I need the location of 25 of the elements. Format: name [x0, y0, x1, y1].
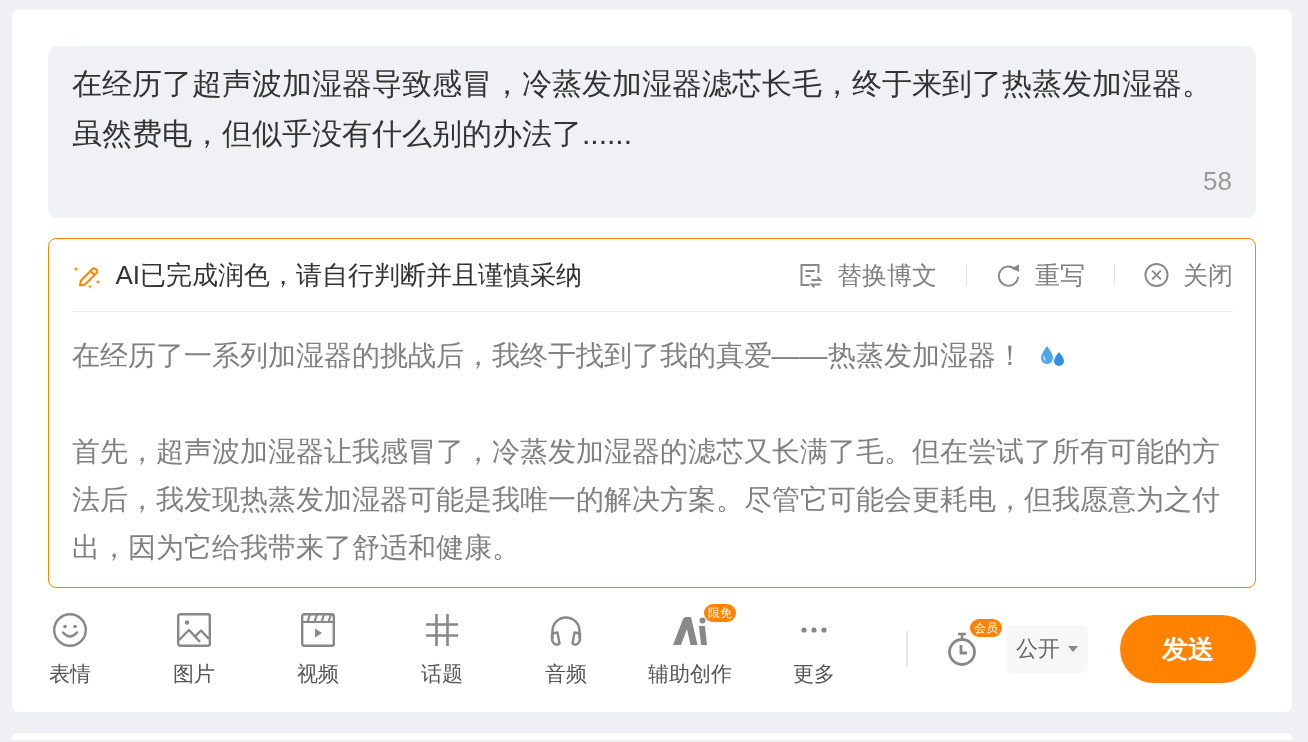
char-count: 58	[1203, 166, 1232, 196]
post-input-field[interactable]: 在经历了超声波加湿器导致感冒，冷蒸发加湿器滤芯长毛，终于来到了热蒸发加湿器。 虽然费电，但似乎没有什么别的办法了...... 58	[48, 46, 1256, 218]
refresh-icon	[995, 262, 1021, 288]
hash-icon	[424, 612, 460, 648]
audio-button[interactable]: 音频	[545, 612, 587, 686]
image-button[interactable]: 图片	[173, 612, 215, 686]
video-button[interactable]: 视频	[297, 612, 339, 686]
more-icon	[801, 627, 827, 633]
more-button[interactable]: 更多	[793, 612, 835, 686]
close-button[interactable]: 关闭	[1143, 258, 1233, 292]
rewrite-button[interactable]: 重写	[995, 258, 1085, 292]
close-icon	[1143, 262, 1169, 288]
member-badge: 会员	[970, 619, 1002, 637]
visibility-dropdown[interactable]: 公开	[1006, 625, 1088, 673]
promo-badge: 限免	[704, 604, 736, 622]
topic-button[interactable]: 话题	[421, 612, 463, 686]
image-icon	[176, 612, 212, 648]
polished-paragraph: 首先，超声波加湿器让我感冒了，冷蒸发加湿器的滤芯又长满了毛。但在尝试了所有可能的方法后，我发现热蒸发加湿器可能是我唯一的解决方案。尽管它可能会更耗电，但我愿意为之付出，因为它给我带来了舒适和健康。	[71, 436, 1220, 563]
caret-icon	[1068, 646, 1078, 652]
clapperboard-icon	[300, 612, 336, 648]
polished-paragraph: 在经历了一系列加湿器的挑战后，我终于找到了我的真爱——热蒸发加湿器！	[71, 340, 1024, 371]
smiley-icon	[52, 612, 88, 648]
ai-notice-text: AI已完成润色，请自行判断并且谨慎采纳	[115, 258, 583, 292]
replace-post-button[interactable]: 替换博文	[797, 258, 937, 292]
emoji-button[interactable]: 表情	[49, 612, 91, 686]
